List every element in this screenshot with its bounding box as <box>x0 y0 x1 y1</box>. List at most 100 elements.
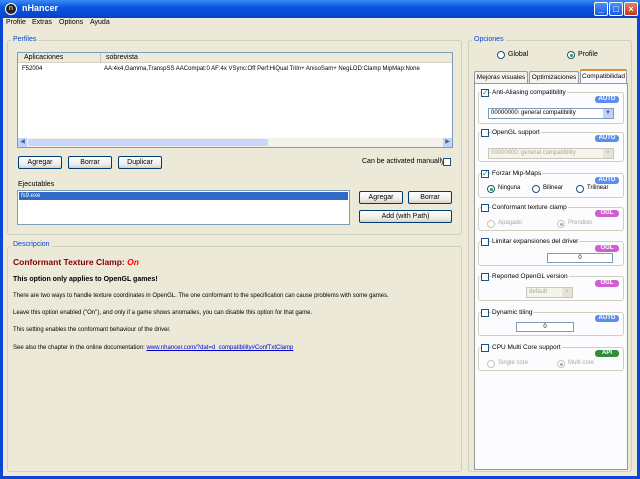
manual-activation-label: Can be activated manually <box>362 158 445 165</box>
add-executable-button[interactable]: Agregar <box>359 191 403 204</box>
mipmaps-badge: AUTO <box>595 177 619 184</box>
mipmaps-trilinear-radio[interactable] <box>576 185 584 193</box>
description-heading: Conformant Texture Clamp: On <box>13 257 139 267</box>
mipmaps-none-radio[interactable] <box>487 185 495 193</box>
description-paragraph-2: Leave this option enabled ("On"), and on… <box>13 310 313 316</box>
description-paragraph-4: See also the chapter in the online docum… <box>13 345 293 351</box>
documentation-prefix: See also the chapter in the online docum… <box>13 345 145 351</box>
mipmaps-bilinear-radio[interactable] <box>532 185 540 193</box>
documentation-link[interactable]: www.nhancer.com/?dat=d_compatibility#Con… <box>146 345 293 351</box>
global-label: Global <box>508 51 529 58</box>
title-bar[interactable]: n nHancer _ □ × <box>0 0 640 18</box>
tab-compatibilidad[interactable]: Compatibilidad <box>580 69 627 84</box>
executables-label: Ejecutables <box>18 181 55 188</box>
aa-compat-value: 00000000: general compatibility <box>491 110 576 116</box>
nhancer-app-icon: n <box>5 3 17 15</box>
menu-options[interactable]: Options <box>59 19 83 26</box>
reported-gl-select[interactable]: default ▼ <box>526 287 573 298</box>
profiles-table[interactable]: Aplicaciones sobrevista F52004 AA:4x4,Ga… <box>17 52 453 148</box>
horizontal-scrollbar[interactable]: ◀ ▶ <box>18 138 452 147</box>
texture-clamp-badge: OGL <box>595 210 619 217</box>
opengl-support-badge: AUTO <box>595 135 619 142</box>
mipmaps-checkbox[interactable] <box>481 169 489 178</box>
texture-clamp-checkbox[interactable] <box>481 204 489 212</box>
menu-ayuda[interactable]: Ayuda <box>90 19 110 26</box>
opciones-title: Opciones <box>472 36 506 43</box>
menu-extras[interactable]: Extras <box>32 19 52 26</box>
texture-clamp-label: Conformant texture clamp <box>491 204 568 211</box>
mipmaps-none-label: Ninguna <box>498 185 521 191</box>
opengl-support-value: 00000000: general compatibility <box>491 150 576 156</box>
dynamic-tiling-input[interactable]: 0 <box>516 322 574 332</box>
minimize-button[interactable]: _ <box>594 2 608 16</box>
mipmaps-trilinear-label: Trilinear <box>587 185 609 191</box>
dynamic-tiling-checkbox[interactable] <box>481 309 489 317</box>
description-paragraph-3: This setting enables the conformant beha… <box>13 327 171 333</box>
limit-extensions-checkbox[interactable] <box>481 238 489 246</box>
descripcion-title: Descripcion <box>11 241 52 248</box>
list-item[interactable]: fs9.exe <box>19 192 348 200</box>
tab-mejoras-visuales[interactable]: Mejoras visuales <box>474 71 528 83</box>
cpu-multicore-label: CPU Multi Core support <box>491 344 562 351</box>
tab-optimizaciones[interactable]: Optimizaciones <box>529 71 579 83</box>
single-core-label: Single core <box>498 360 529 366</box>
texture-clamp-off-label: Apagado <box>498 220 523 226</box>
single-core-radio[interactable] <box>487 360 495 368</box>
limit-extensions-input[interactable]: 0 <box>547 253 613 263</box>
perfiles-title: Perfiles <box>11 36 39 43</box>
table-cell-app: F52004 <box>22 66 43 72</box>
aa-compat-checkbox[interactable] <box>481 88 489 97</box>
column-header-sobrevista[interactable]: sobrevista <box>106 54 138 61</box>
description-paragraph-1: There are two ways to handle texture coo… <box>13 293 389 299</box>
reported-gl-label: Reported OpenGL version <box>491 273 569 280</box>
limit-extensions-badge: OGL <box>595 245 619 252</box>
multi-core-label: Multi core <box>568 360 595 366</box>
column-header-aplicaciones[interactable]: Aplicaciones <box>24 54 63 61</box>
texture-clamp-off-radio[interactable] <box>487 220 495 228</box>
description-heading-value: On <box>127 257 139 267</box>
delete-profile-button[interactable]: Borrar <box>68 156 112 169</box>
table-header: Aplicaciones sobrevista <box>18 53 452 63</box>
dynamic-tiling-label: Dynamic tiling <box>491 309 534 316</box>
reported-gl-badge: OGL <box>595 280 619 287</box>
duplicate-profile-button[interactable]: Duplicar <box>118 156 162 169</box>
opengl-support-select[interactable]: 00000000: general compatibility ▼ <box>488 148 614 159</box>
opengl-support-label: OpenGL support <box>491 129 541 136</box>
scroll-thumb[interactable] <box>28 139 268 146</box>
window-title: nHancer <box>22 3 59 13</box>
scroll-left-icon[interactable]: ◀ <box>18 138 27 147</box>
description-heading-text: Conformant Texture Clamp: <box>13 257 125 267</box>
mipmaps-label: Forzar Mip-Maps <box>491 170 543 177</box>
opengl-support-checkbox[interactable] <box>481 129 489 137</box>
close-button[interactable]: × <box>624 2 638 16</box>
scroll-right-icon[interactable]: ▶ <box>443 138 452 147</box>
global-radio[interactable] <box>497 51 505 59</box>
cpu-multicore-checkbox[interactable] <box>481 344 489 352</box>
maximize-button[interactable]: □ <box>609 2 623 16</box>
executables-list[interactable]: fs9.exe <box>17 190 350 225</box>
chevron-down-icon: ▼ <box>603 109 613 118</box>
add-profile-button[interactable]: Agregar <box>18 156 62 169</box>
manual-activation-checkbox[interactable] <box>443 158 451 166</box>
reported-gl-checkbox[interactable] <box>481 273 489 281</box>
table-row[interactable]: F52004 AA:4x4,Gamma,TranspSS AACompat:0 … <box>18 65 452 74</box>
profile-radio[interactable] <box>567 51 575 59</box>
cpu-multicore-badge: API <box>595 350 619 357</box>
mipmaps-bilinear-label: Bilinear <box>543 185 564 191</box>
texture-clamp-on-radio[interactable] <box>557 220 565 228</box>
reported-gl-value: default <box>529 289 548 295</box>
menu-profile[interactable]: Profile <box>6 19 26 26</box>
profile-label: Profile <box>578 51 598 58</box>
aa-compat-select[interactable]: 00000000: general compatibility ▼ <box>488 108 614 119</box>
aa-compat-label: Anti-Aliasing compatibility <box>491 89 567 96</box>
dynamic-tiling-badge: AUTO <box>595 315 619 322</box>
table-cell-desc: AA:4x4,Gamma,TranspSS AACompat:0 AF:4x V… <box>104 66 420 72</box>
multi-core-radio[interactable] <box>557 360 565 368</box>
add-with-path-button[interactable]: Add (with Path) <box>359 210 452 223</box>
chevron-down-icon: ▼ <box>562 288 572 297</box>
menu-bar: Profile Extras Options Ayuda <box>3 18 637 30</box>
chevron-down-icon: ▼ <box>603 149 613 158</box>
description-warning: This option only applies to OpenGL games… <box>13 276 158 283</box>
limit-extensions-label: Limitar expansiones del driver <box>491 238 580 245</box>
delete-executable-button[interactable]: Borrar <box>408 191 452 204</box>
